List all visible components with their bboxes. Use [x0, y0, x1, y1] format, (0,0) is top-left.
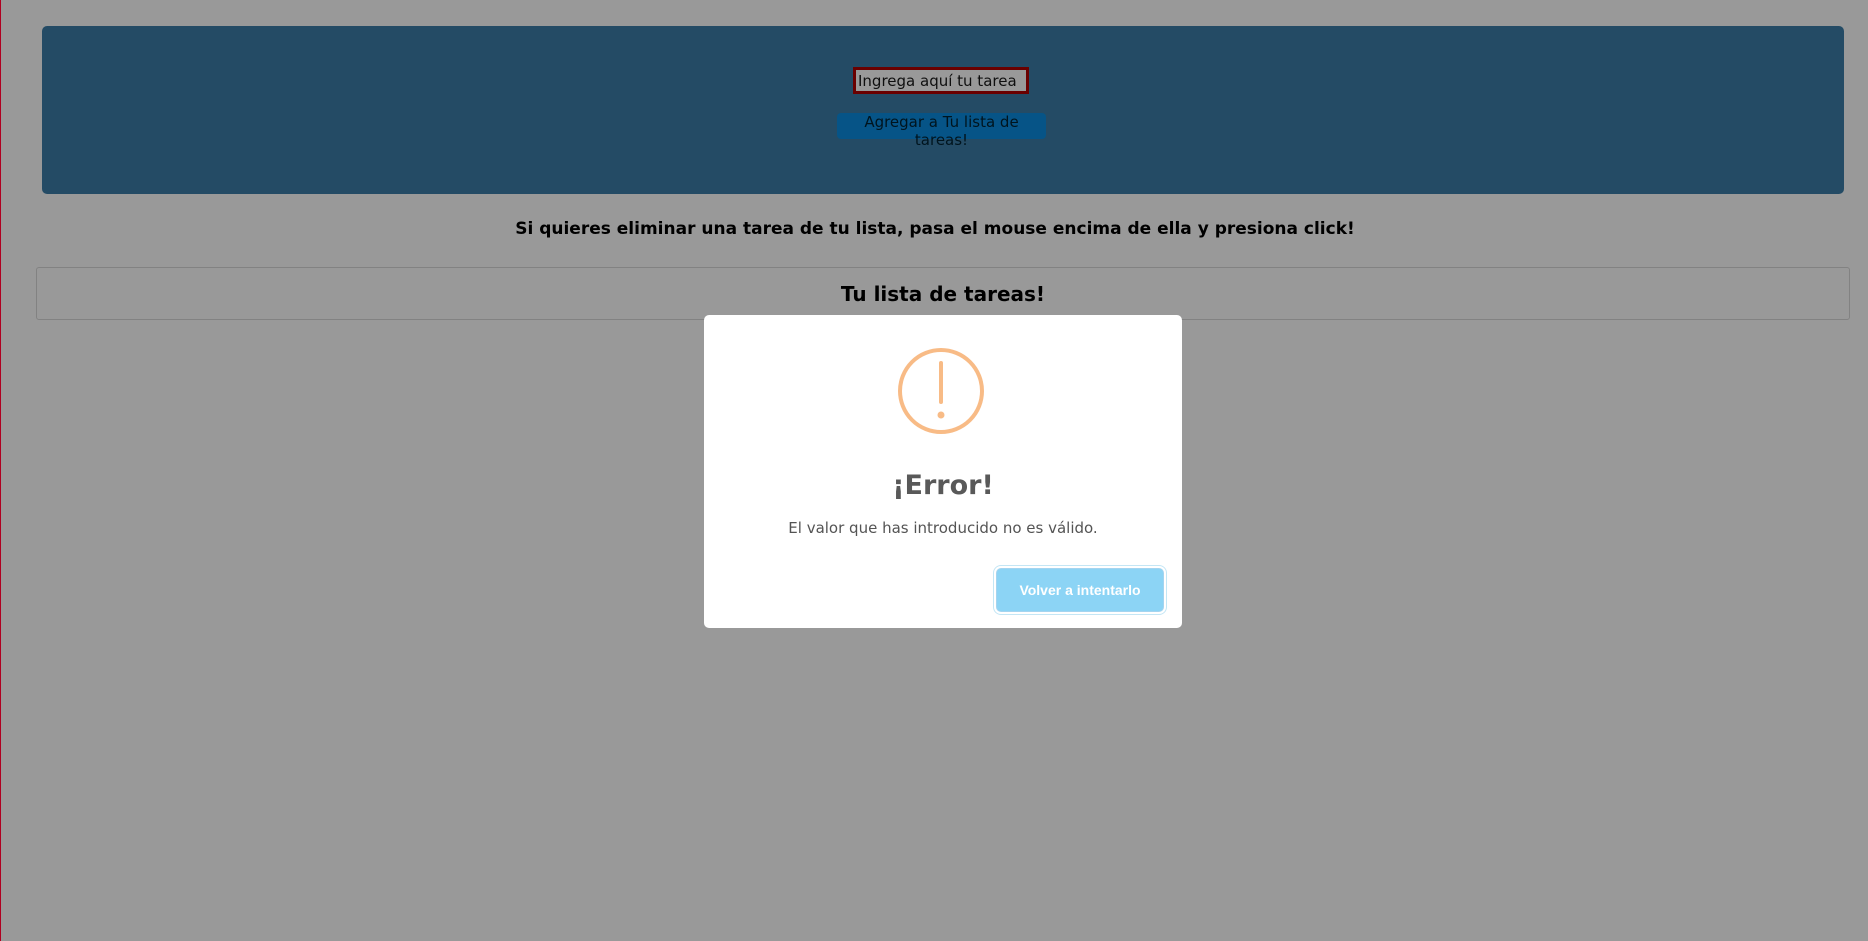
- error-dialog: ¡Error! El valor que has introducido no …: [704, 315, 1182, 628]
- warning-circle-icon: [898, 348, 984, 434]
- dialog-title: ¡Error!: [892, 470, 994, 501]
- page: Agregar a Tu lista de tareas! Si quieres…: [1, 0, 1868, 941]
- retry-button[interactable]: Volver a intentarlo: [996, 568, 1164, 612]
- dialog-message: El valor que has introducido no es válid…: [788, 519, 1098, 537]
